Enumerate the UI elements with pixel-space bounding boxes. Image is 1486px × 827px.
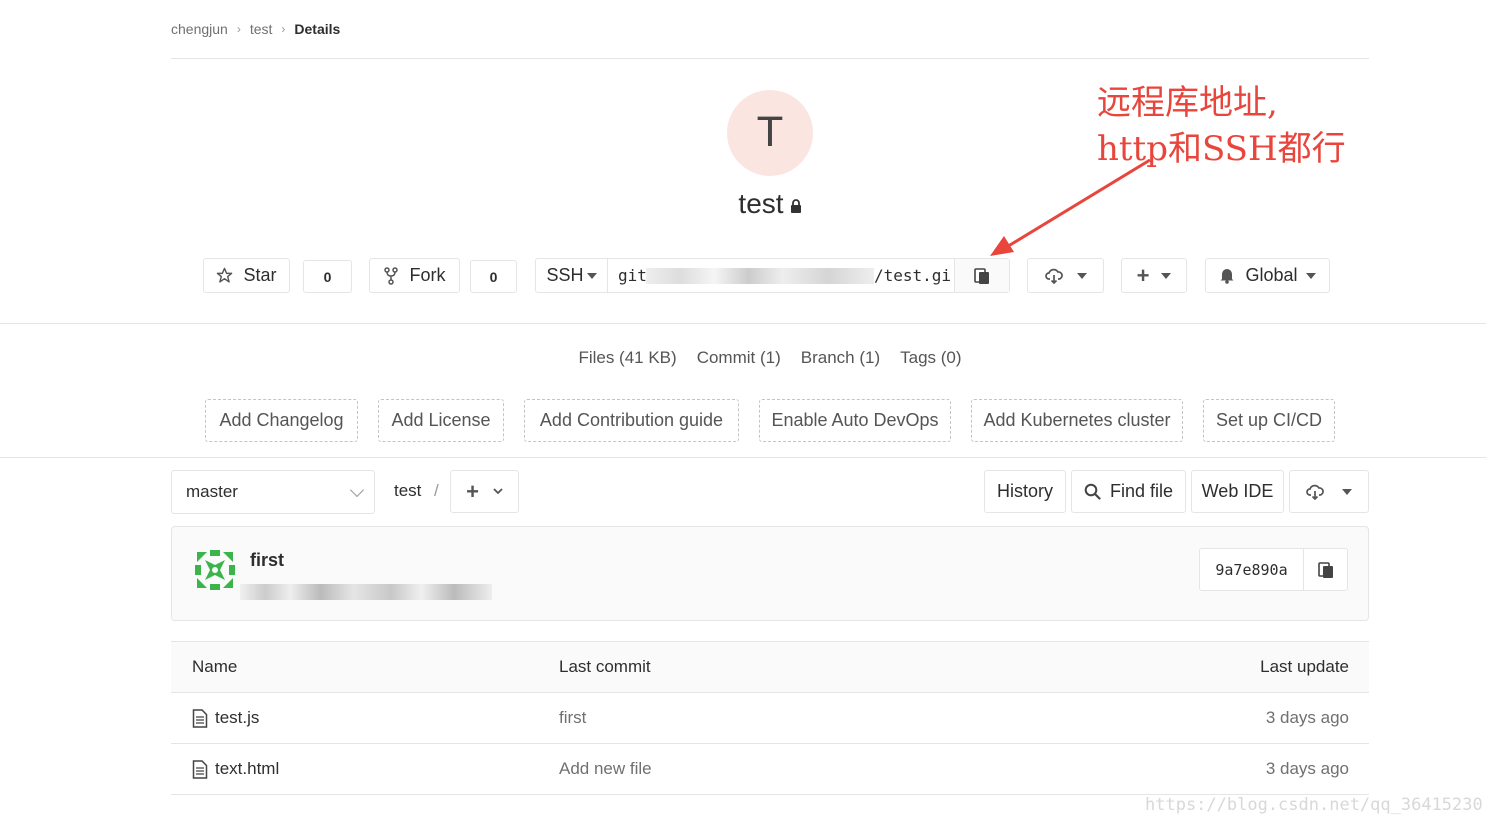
chevron-right-icon: ›: [236, 22, 241, 36]
caret-down-icon: [1305, 272, 1316, 279]
clone-protocol-dropdown[interactable]: SSH: [536, 259, 608, 292]
fork-label: Fork: [409, 265, 446, 285]
find-file-button[interactable]: Find file: [1071, 470, 1186, 513]
clone-url-prefix: git: [618, 266, 647, 285]
last-commit-panel: [171, 526, 1369, 621]
lock-icon: [790, 198, 801, 213]
web-ide-button[interactable]: Web IDE: [1191, 470, 1284, 513]
user-avatar[interactable]: [193, 548, 237, 592]
project-name: test: [738, 188, 784, 219]
project-title: test: [0, 188, 1486, 220]
stat-branches[interactable]: Branch (1): [801, 348, 880, 368]
fork-button[interactable]: Fork: [369, 258, 460, 293]
caret-down-icon: [1161, 272, 1172, 279]
copy-sha-button[interactable]: [1304, 549, 1347, 590]
branch-select[interactable]: master: [171, 470, 375, 514]
history-button[interactable]: History: [984, 470, 1066, 513]
breadcrumb-link-project[interactable]: test: [250, 21, 273, 37]
fork-icon: [383, 266, 398, 285]
enable-auto-devops-button[interactable]: Enable Auto DevOps: [759, 399, 951, 442]
file-name[interactable]: text.html: [215, 759, 279, 779]
column-header-name: Name: [192, 657, 238, 676]
divider: [0, 323, 1486, 324]
copy-url-button[interactable]: [954, 259, 1009, 292]
clipboard-icon: [974, 267, 989, 284]
file-last-update: 3 days ago: [1265, 708, 1349, 727]
add-contribution-guide-button[interactable]: Add Contribution guide: [524, 399, 739, 442]
star-icon: [216, 267, 233, 284]
plus-icon: +: [1136, 262, 1150, 288]
project-stats: Files (41 KB) Commit (1) Branch (1) Tags…: [0, 348, 1486, 368]
annotation-text: 远程库地址, http和SSH都行: [1097, 83, 1346, 169]
stat-commits[interactable]: Commit (1): [697, 348, 781, 368]
clone-url-suffix: /test.gi: [874, 266, 952, 285]
chevron-down-icon: [493, 488, 503, 495]
table-header: Name Last commit Last update: [171, 641, 1369, 693]
file-name-cell[interactable]: test.js: [192, 708, 259, 728]
download-dropdown-button[interactable]: [1027, 258, 1104, 293]
chevron-right-icon: ›: [281, 22, 286, 36]
file-last-commit[interactable]: Add new file: [559, 759, 652, 779]
table-row[interactable]: test.js first 3 days ago: [171, 693, 1369, 744]
setup-cicd-button[interactable]: Set up CI/CD: [1203, 399, 1335, 442]
redacted-blur: [646, 268, 874, 284]
commit-title-link[interactable]: first: [250, 550, 284, 571]
cloud-download-icon: [1044, 268, 1063, 284]
star-button[interactable]: Star: [203, 258, 290, 293]
column-header-last-update: Last update: [1260, 657, 1349, 676]
clone-url-input[interactable]: git /test.gi: [608, 259, 954, 292]
redacted-blur: [240, 584, 492, 600]
fork-count[interactable]: 0: [470, 260, 517, 293]
stat-files[interactable]: Files (41 KB): [578, 348, 676, 368]
divider: [0, 457, 1486, 458]
file-name[interactable]: test.js: [215, 708, 259, 728]
branch-name: master: [186, 482, 238, 501]
clone-url-group: SSH git /test.gi: [535, 258, 1010, 293]
file-table: Name Last commit Last update test.js fir…: [171, 641, 1369, 795]
clipboard-icon: [1317, 561, 1333, 578]
bell-icon: [1220, 269, 1234, 284]
repo-download-dropdown-button[interactable]: [1289, 470, 1369, 513]
find-file-label: Find file: [1109, 481, 1174, 501]
divider: [171, 58, 1369, 59]
breadcrumb-link-user[interactable]: chengjun: [171, 21, 228, 37]
cloud-download-icon: [1306, 484, 1324, 500]
file-icon: [192, 708, 208, 728]
commit-sha-group: 9a7e890a: [1199, 548, 1348, 591]
column-header-last-commit: Last commit: [559, 657, 651, 676]
project-avatar: T: [727, 90, 813, 176]
add-changelog-button[interactable]: Add Changelog: [205, 399, 358, 442]
add-dropdown-button[interactable]: +: [1121, 258, 1187, 293]
star-count[interactable]: 0: [303, 260, 352, 293]
clone-protocol-label: SSH: [546, 265, 584, 285]
file-last-commit[interactable]: first: [559, 708, 586, 728]
repo-path-link[interactable]: test: [394, 481, 421, 501]
file-name-cell[interactable]: text.html: [192, 759, 279, 779]
star-label: Star: [243, 265, 277, 285]
table-row[interactable]: text.html Add new file 3 days ago: [171, 744, 1369, 795]
file-icon: [192, 759, 208, 779]
chevron-down-icon: [349, 482, 365, 498]
stat-tags[interactable]: Tags (0): [900, 348, 961, 368]
caret-down-icon: [586, 272, 597, 279]
caret-down-icon: [1076, 272, 1087, 279]
plus-icon: +: [466, 478, 479, 504]
path-separator: /: [434, 481, 439, 500]
search-icon: [1084, 483, 1101, 500]
caret-down-icon: [1342, 488, 1352, 495]
new-file-dropdown-button[interactable]: +: [450, 470, 519, 513]
breadcrumb-current: Details: [294, 21, 341, 37]
add-license-button[interactable]: Add License: [378, 399, 504, 442]
watermark: https://blog.csdn.net/qq_36415230: [1145, 795, 1483, 815]
commit-sha-link[interactable]: 9a7e890a: [1200, 549, 1304, 590]
file-last-update: 3 days ago: [1265, 759, 1349, 778]
notification-dropdown-button[interactable]: Global: [1205, 258, 1330, 293]
add-kubernetes-cluster-button[interactable]: Add Kubernetes cluster: [971, 399, 1183, 442]
breadcrumb: chengjun › test › Details: [171, 18, 340, 40]
notification-level-label: Global: [1245, 265, 1298, 285]
